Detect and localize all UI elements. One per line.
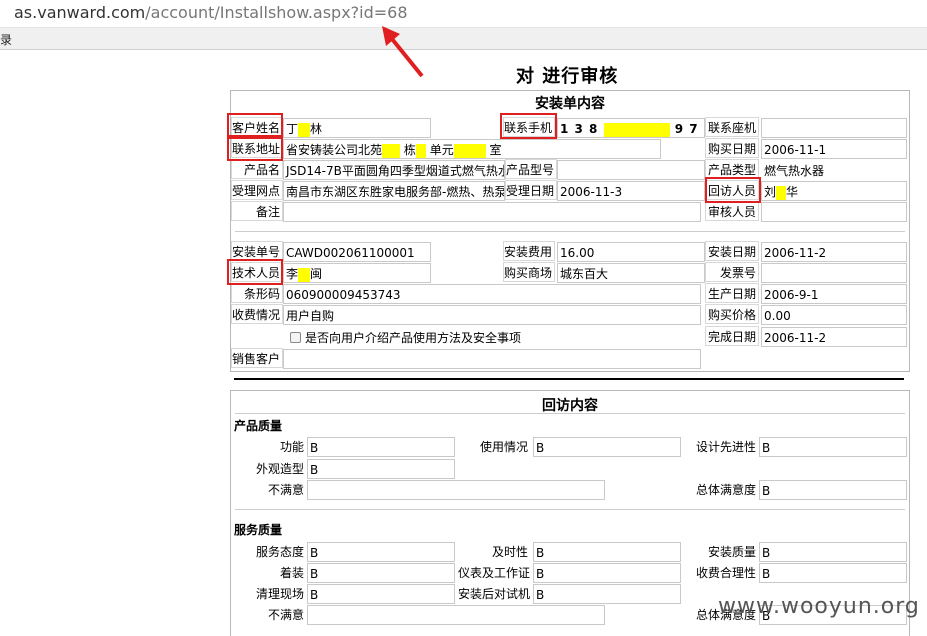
product-type-value: 燃气热水器 bbox=[761, 160, 907, 180]
attitude-field[interactable]: B bbox=[307, 542, 455, 562]
install-panel: 安装单内容 客户姓名 丁林 联系手机 1 3 8 9 7 联系座机 联系地址 省… bbox=[230, 90, 910, 372]
model-field[interactable] bbox=[557, 160, 705, 180]
design-field[interactable]: B bbox=[759, 437, 907, 457]
function-label: 功能 bbox=[231, 436, 307, 456]
attitude-label: 服务态度 bbox=[231, 541, 307, 561]
product-name-field[interactable]: JSD14-7B平面圆角四季型烟道式燃气热水 bbox=[283, 160, 505, 180]
annotation-arrow-icon bbox=[382, 26, 424, 78]
buy-date-label: 购买日期 bbox=[705, 138, 759, 158]
meter-field[interactable]: B bbox=[533, 563, 681, 583]
station-field[interactable]: 南昌市东湖区东胜家电服务部-燃热、热泵 bbox=[283, 181, 505, 201]
quality-group-title: 产品质量 bbox=[234, 419, 283, 433]
appearance-label: 外观造型 bbox=[231, 458, 307, 478]
finish-date-label: 完成日期 bbox=[705, 326, 759, 346]
install-quality-label: 安装质量 bbox=[683, 541, 759, 561]
model-label: 产品型号 bbox=[505, 159, 557, 179]
station-label: 受理网点 bbox=[231, 180, 283, 200]
product-name-label: 产品名 bbox=[231, 159, 283, 179]
intro-checkbox-label: 是否向用户介绍产品使用方法及安全事项 bbox=[305, 331, 522, 345]
phone-label: 联系座机 bbox=[705, 117, 759, 137]
overall-field[interactable]: B bbox=[759, 480, 907, 500]
fee-label: 安装费用 bbox=[503, 241, 555, 261]
install-section-title: 安装单内容 bbox=[535, 96, 605, 112]
barcode-field[interactable]: 060900009453743 bbox=[283, 284, 701, 304]
install-date-field[interactable]: 2006-11-2 bbox=[761, 242, 907, 262]
timely-field[interactable]: B bbox=[533, 542, 681, 562]
seller-field[interactable] bbox=[283, 349, 701, 369]
testrun-label: 安装后对试机 bbox=[457, 583, 531, 603]
price-label: 购买价格 bbox=[705, 304, 759, 324]
cleanup-field[interactable]: B bbox=[307, 584, 455, 604]
dissatisfied2-field[interactable] bbox=[307, 605, 605, 625]
annotation-box bbox=[500, 113, 557, 139]
divider bbox=[235, 509, 905, 510]
dissatisfied-field[interactable] bbox=[307, 480, 605, 500]
dissatisfied-label: 不满意 bbox=[231, 479, 307, 499]
order-no-label: 安装单号 bbox=[231, 241, 283, 261]
annotation-box bbox=[705, 177, 761, 203]
tech-field[interactable]: 李闽 bbox=[283, 263, 431, 283]
seller-label: 销售客户 bbox=[231, 348, 283, 368]
annotation-box bbox=[227, 259, 283, 285]
usage-label: 使用情况 bbox=[457, 436, 531, 456]
address-field[interactable]: 省安铸装公司北苑 栋 单元 室 bbox=[283, 139, 661, 159]
produce-date-label: 生产日期 bbox=[705, 283, 759, 303]
visitor-field[interactable]: 刘华 bbox=[761, 181, 907, 201]
accept-date-field[interactable]: 2006-11-3 bbox=[557, 181, 705, 201]
charge-field[interactable]: 用户自购 bbox=[283, 305, 701, 325]
toolbar-fragment: 录 bbox=[0, 33, 13, 47]
design-label: 设计先进性 bbox=[683, 436, 759, 456]
meter-label: 仪表及工作证 bbox=[457, 562, 531, 582]
install-quality-field[interactable]: B bbox=[759, 542, 907, 562]
finish-date-field[interactable]: 2006-11-2 bbox=[761, 327, 907, 347]
dissatisfied2-label: 不满意 bbox=[231, 604, 307, 624]
annotation-box bbox=[227, 135, 283, 161]
cleanup-label: 清理现场 bbox=[231, 583, 307, 603]
address-bar[interactable]: as.vanward.com/account/Installshow.aspx?… bbox=[0, 0, 927, 28]
phone-field[interactable] bbox=[761, 118, 907, 138]
usage-field[interactable]: B bbox=[533, 437, 681, 457]
charge-label: 收费情况 bbox=[231, 304, 283, 324]
mall-field[interactable]: 城东百大 bbox=[557, 263, 705, 283]
timely-label: 及时性 bbox=[457, 541, 531, 561]
divider bbox=[235, 413, 905, 414]
buy-date-field[interactable]: 2006-11-1 bbox=[761, 139, 907, 159]
dress-label: 着装 bbox=[231, 562, 307, 582]
appearance-field[interactable]: B bbox=[307, 459, 455, 479]
invoice-field[interactable] bbox=[761, 263, 907, 283]
testrun-field[interactable]: B bbox=[533, 584, 681, 604]
produce-date-field[interactable]: 2006-9-1 bbox=[761, 284, 907, 304]
customer-name-field[interactable]: 丁林 bbox=[283, 118, 431, 138]
visit-section-title: 回访内容 bbox=[542, 398, 598, 414]
dress-field[interactable]: B bbox=[307, 563, 455, 583]
intro-checkbox[interactable] bbox=[290, 332, 301, 343]
auditor-label: 审核人员 bbox=[705, 201, 759, 221]
section-separator bbox=[234, 378, 904, 380]
install-date-label: 安装日期 bbox=[705, 241, 759, 261]
overall-label: 总体满意度 bbox=[683, 479, 759, 499]
invoice-label: 发票号 bbox=[705, 262, 759, 282]
auditor-field[interactable] bbox=[761, 202, 907, 222]
divider bbox=[235, 231, 905, 232]
mobile-field[interactable]: 1 3 8 9 7 bbox=[557, 118, 705, 138]
url-text[interactable]: as.vanward.com/account/Installshow.aspx?… bbox=[14, 3, 408, 22]
browser-toolbar: 录 bbox=[0, 28, 927, 50]
price-field[interactable]: 0.00 bbox=[761, 305, 907, 325]
fee-field[interactable]: 16.00 bbox=[557, 242, 705, 262]
remark-field[interactable] bbox=[283, 202, 701, 222]
service-group-title: 服务质量 bbox=[234, 523, 283, 537]
accept-date-label: 受理日期 bbox=[505, 180, 557, 200]
fee-reasonable-field[interactable]: B bbox=[759, 563, 907, 583]
fee-reasonable-label: 收费合理性 bbox=[683, 562, 759, 582]
page-title: 对 进行审核 bbox=[516, 66, 619, 87]
remark-label: 备注 bbox=[231, 201, 283, 221]
barcode-label: 条形码 bbox=[231, 283, 283, 303]
order-no-field[interactable]: CAWD002061100001 bbox=[283, 242, 431, 262]
intro-checkbox-row[interactable]: 是否向用户介绍产品使用方法及安全事项 bbox=[283, 327, 701, 347]
product-type-label: 产品类型 bbox=[705, 159, 759, 179]
mall-label: 购买商场 bbox=[503, 262, 555, 282]
watermark: www.wooyun.org bbox=[718, 594, 920, 619]
function-field[interactable]: B bbox=[307, 437, 455, 457]
